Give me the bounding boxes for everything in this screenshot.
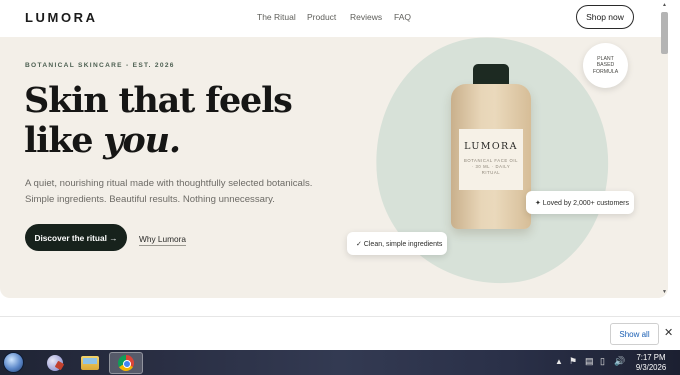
scroll-down-arrow-icon[interactable]: ▼ <box>662 289 667 295</box>
taskbar: ▲ ⚑ ▤ ▯ 🔊 7:17 PM 9/3/2026 <box>0 350 680 375</box>
volume-icon[interactable]: 🔊 <box>614 356 625 367</box>
bottle-label-description: BOTANICAL FACE OIL · 30 ML · DAILY RITUA… <box>463 158 519 176</box>
clock-time: 7:17 PM <box>636 353 666 362</box>
nav-the-ritual[interactable]: The Ritual <box>257 12 296 22</box>
why-lumora-link[interactable]: Why Lumora <box>139 234 187 246</box>
logo[interactable]: LUMORA <box>25 10 98 25</box>
hero-subtext: A quiet, nourishing ritual made with tho… <box>25 176 312 208</box>
page-scrollbar[interactable]: ▲ ▼ <box>660 0 670 298</box>
scroll-up-arrow-icon[interactable]: ▲ <box>662 2 667 8</box>
chrome-app-button[interactable] <box>109 352 143 374</box>
system-clock[interactable]: 7:17 PM 9/3/2026 <box>632 353 670 373</box>
file-explorer-button[interactable] <box>73 352 107 374</box>
nav-faq[interactable]: FAQ <box>394 12 411 22</box>
show-all-button[interactable]: Show all <box>610 323 659 345</box>
discover-ritual-button[interactable]: Discover the ritual → <box>25 224 127 251</box>
loved-by-customers-pill: ✦ Loved by 2,000+ customers <box>526 191 634 214</box>
paint-icon <box>47 355 63 371</box>
nav-reviews[interactable]: Reviews <box>350 12 382 22</box>
network-icon[interactable]: ▤ <box>585 356 594 367</box>
shop-now-button[interactable]: Shop now <box>576 5 634 29</box>
site-header: LUMORA The Ritual Product Reviews FAQ Sh… <box>0 0 660 37</box>
battery-icon[interactable]: ▯ <box>600 356 605 367</box>
hero-headline: Skin that feels like you. <box>24 80 293 161</box>
clean-ingredients-pill: ✓ Clean, simple ingredients <box>347 232 447 255</box>
scroll-thumb[interactable] <box>661 12 668 54</box>
hero-section: BOTANICAL SKINCARE - EST. 2026 Skin that… <box>0 37 668 298</box>
headline-line-2-emphasis: you. <box>103 120 181 161</box>
start-button[interactable] <box>3 352 24 373</box>
download-shelf: Show all ✕ <box>0 316 680 350</box>
nav-product[interactable]: Product <box>307 12 336 22</box>
hero-subtext-line-1: A quiet, nourishing ritual made with tho… <box>25 178 313 189</box>
action-center-flag-icon[interactable]: ⚑ <box>569 356 577 367</box>
clock-date: 9/3/2026 <box>635 363 667 372</box>
headline-line-2-prefix: like <box>24 120 104 161</box>
bottle-label-brand: LUMORA <box>464 141 518 152</box>
plant-based-badge: PLANT BASED FORMULA <box>583 43 628 88</box>
hero-subtext-line-2: Simple ingredients. Beautiful results. N… <box>25 194 275 205</box>
bottle-label: LUMORA BOTANICAL FACE OIL · 30 ML · DAIL… <box>459 129 523 190</box>
file-explorer-icon <box>81 356 99 370</box>
paint-app-button[interactable] <box>38 352 72 374</box>
hero-eyebrow: BOTANICAL SKINCARE - EST. 2026 <box>25 62 175 69</box>
chrome-icon <box>118 355 134 371</box>
headline-line-1: Skin that feels <box>24 80 293 121</box>
close-icon[interactable]: ✕ <box>664 326 673 339</box>
show-hidden-icons-icon[interactable]: ▲ <box>555 357 563 366</box>
